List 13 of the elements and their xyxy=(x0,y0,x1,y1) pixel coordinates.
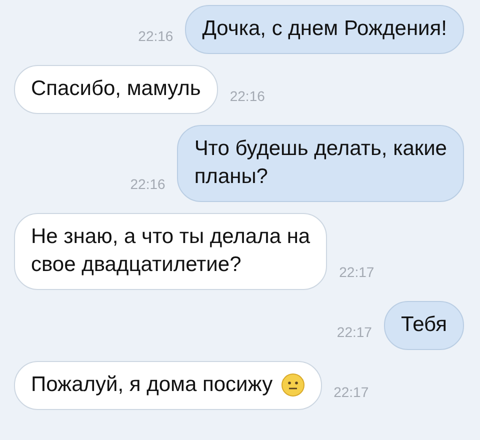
sent-message: Что будешь делать, какие планы? xyxy=(177,125,464,202)
received-message: Не знаю, а что ты делала на свое двадцатилетие? xyxy=(14,213,328,290)
message-time: 22:17 xyxy=(336,324,372,342)
received-message: Пожалуй, я дома посижу xyxy=(14,361,322,410)
message-time: 22:16 xyxy=(138,28,174,46)
sent-message: Тебя xyxy=(384,301,464,350)
neutral-face-icon xyxy=(280,373,305,397)
sent-message: Дочка, с днем Рождения! xyxy=(185,5,464,54)
message-time: 22:17 xyxy=(339,264,374,282)
message-time: 22:17 xyxy=(334,384,369,402)
message-time: 22:16 xyxy=(230,88,265,106)
received-message: Спасибо, мамуль xyxy=(14,65,218,114)
message-time: 22:16 xyxy=(130,176,166,194)
